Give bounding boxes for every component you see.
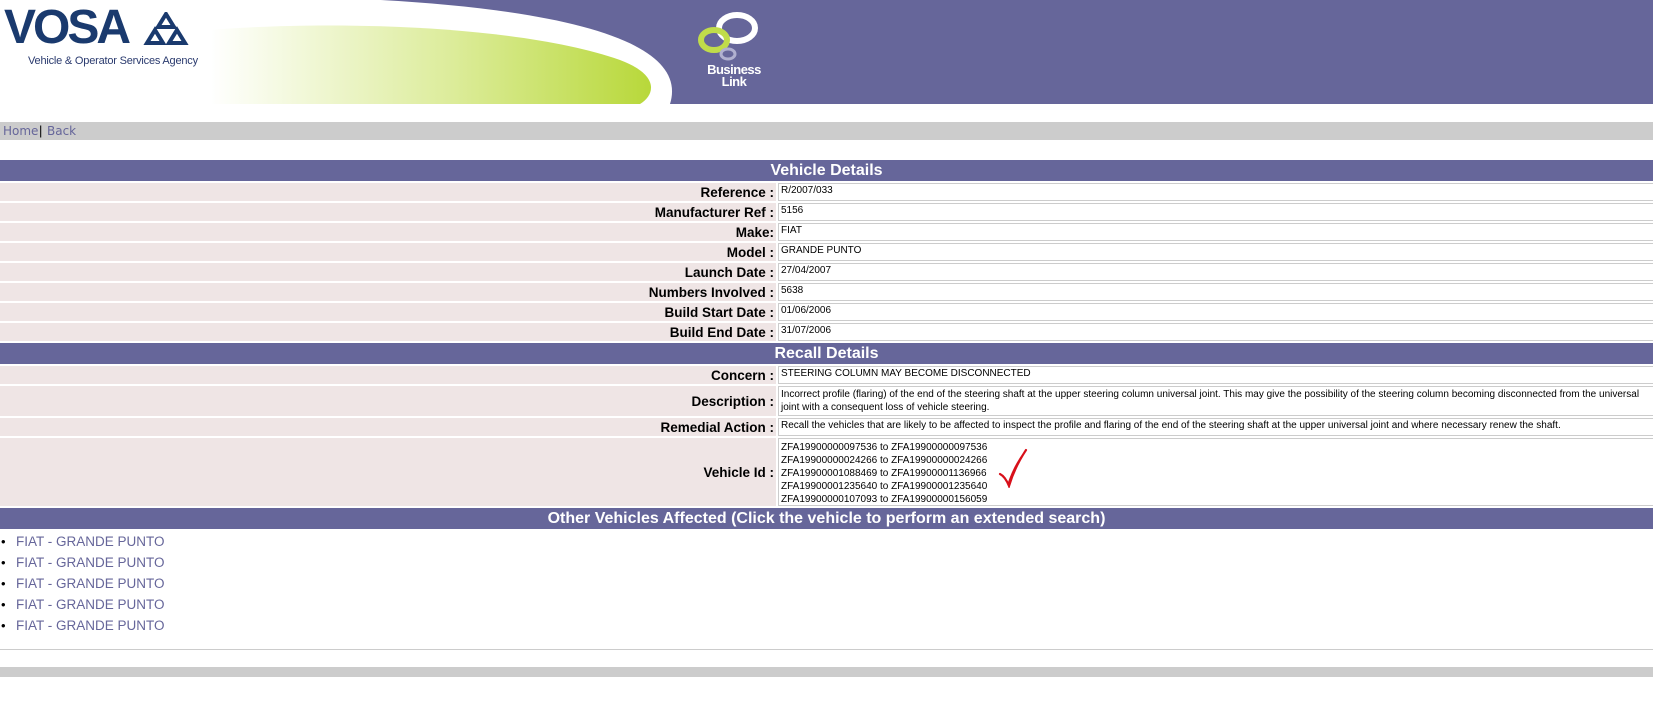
other-vehicle-link[interactable]: FIAT - GRANDE PUNTO [16, 576, 165, 591]
details-row-numbers-involved: Numbers Involved : 5638 [0, 283, 1653, 301]
launch-date-label: Launch Date : [0, 263, 776, 281]
nav-bar: Home | Back [0, 122, 1653, 140]
details-row-build-start-date: Build Start Date : 01/06/2006 [0, 303, 1653, 321]
other-vehicle-link[interactable]: FIAT - GRANDE PUNTO [16, 597, 165, 612]
other-vehicles-list: FIAT - GRANDE PUNTO FIAT - GRANDE PUNTO … [0, 531, 1653, 636]
details-row-launch-date: Launch Date : 27/04/2007 [0, 263, 1653, 281]
vehicle-id-range: ZFA19900000024266 to ZFA19900000024266 [781, 455, 988, 466]
details-section: Vehicle Details Reference : R/2007/033 M… [0, 160, 1653, 636]
manufacturer-ref-label: Manufacturer Ref : [0, 203, 776, 221]
recall-details-header: Recall Details [0, 343, 1653, 364]
model-value: GRANDE PUNTO [778, 243, 1653, 261]
list-item: FIAT - GRANDE PUNTO [0, 552, 1653, 573]
remedial-action-value: Recall the vehicles that are likely to b… [778, 418, 1653, 436]
business-link-line-2: Link [721, 74, 747, 89]
numbers-involved-label: Numbers Involved : [0, 283, 776, 301]
mot-triangles-icon [143, 12, 189, 45]
list-item: FIAT - GRANDE PUNTO [0, 594, 1653, 615]
business-link-text: Business Link [696, 63, 772, 89]
recall-row-vehicle-id: Vehicle Id : ZFA19900000097536 to ZFA199… [0, 438, 1653, 506]
make-value: FIAT [778, 223, 1653, 241]
vehicle-details-header: Vehicle Details [0, 160, 1653, 181]
description-value: Incorrect profile (flaring) of the end o… [778, 386, 1653, 416]
remedial-action-label: Remedial Action : [0, 418, 776, 436]
concern-value: STEERING COLUMN MAY BECOME DISCONNECTED [778, 366, 1653, 384]
numbers-involved-value: 5638 [778, 283, 1653, 301]
build-end-date-label: Build End Date : [0, 323, 776, 341]
vehicle-id-value: ZFA19900000097536 to ZFA19900000097536 Z… [778, 438, 1653, 506]
details-row-reference: Reference : R/2007/033 [0, 183, 1653, 201]
header-banner: VOSA Vehicle & Operator Services Agency … [0, 0, 1653, 104]
divider [0, 649, 1653, 650]
build-end-date-value: 31/07/2006 [778, 323, 1653, 341]
model-label: Model : [0, 243, 776, 261]
other-vehicle-link[interactable]: FIAT - GRANDE PUNTO [16, 618, 165, 633]
other-vehicles-header: Other Vehicles Affected (Click the vehic… [0, 508, 1653, 529]
recall-row-remedial-action: Remedial Action : Recall the vehicles th… [0, 418, 1653, 436]
nav-separator: | [39, 123, 43, 138]
reference-value: R/2007/033 [778, 183, 1653, 201]
details-row-make: Make: FIAT [0, 223, 1653, 241]
recall-row-concern: Concern : STEERING COLUMN MAY BECOME DIS… [0, 366, 1653, 384]
footer-bar [0, 667, 1653, 677]
recall-row-description: Description : Incorrect profile (flaring… [0, 386, 1653, 416]
list-item: FIAT - GRANDE PUNTO [0, 531, 1653, 552]
home-link[interactable]: Home [3, 122, 38, 140]
vosa-tagline: Vehicle & Operator Services Agency [28, 55, 198, 67]
vosa-logo: VOSA [4, 1, 131, 54]
vehicle-id-range: ZFA19900001088469 to ZFA19900001136966 [781, 468, 987, 479]
vehicle-id-range: ZFA19900001235640 to ZFA19900001235640 [781, 481, 988, 492]
back-link[interactable]: Back [47, 122, 76, 140]
vehicle-id-range: ZFA19900000107093 to ZFA19900000156059 [781, 494, 988, 505]
vehicle-id-label: Vehicle Id : [0, 438, 776, 506]
details-row-manufacturer-ref: Manufacturer Ref : 5156 [0, 203, 1653, 221]
other-vehicle-link[interactable]: FIAT - GRANDE PUNTO [16, 534, 165, 549]
list-item: FIAT - GRANDE PUNTO [0, 615, 1653, 636]
concern-label: Concern : [0, 366, 776, 384]
other-vehicle-link[interactable]: FIAT - GRANDE PUNTO [16, 555, 165, 570]
description-label: Description : [0, 386, 776, 416]
build-start-date-value: 01/06/2006 [778, 303, 1653, 321]
manufacturer-ref-value: 5156 [778, 203, 1653, 221]
list-item: FIAT - GRANDE PUNTO [0, 573, 1653, 594]
build-start-date-label: Build Start Date : [0, 303, 776, 321]
make-label: Make: [0, 223, 776, 241]
details-row-model: Model : GRANDE PUNTO [0, 243, 1653, 261]
red-checkmark-icon [998, 448, 1028, 488]
launch-date-value: 27/04/2007 [778, 263, 1653, 281]
reference-label: Reference : [0, 183, 776, 201]
vehicle-id-range: ZFA19900000097536 to ZFA19900000097536 [781, 442, 988, 453]
details-row-build-end-date: Build End Date : 31/07/2006 [0, 323, 1653, 341]
